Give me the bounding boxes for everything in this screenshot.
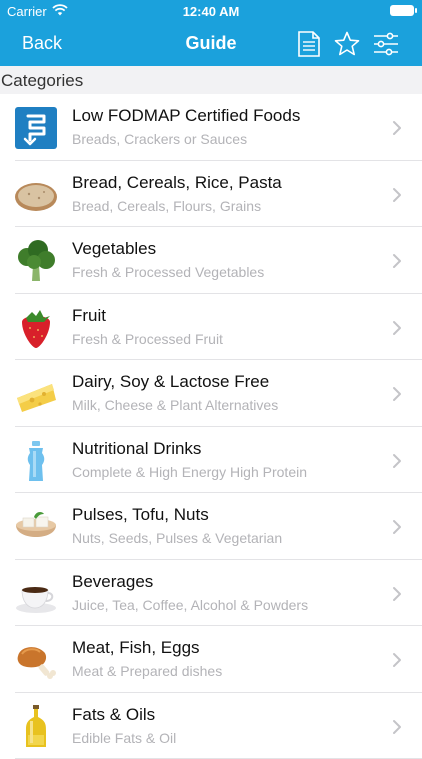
category-row-beverages[interactable]: Beverages Juice, Tea, Coffee, Alcohol & … bbox=[0, 560, 422, 627]
category-subtitle: Edible Fats & Oil bbox=[72, 730, 176, 746]
chevron-right-icon bbox=[392, 719, 402, 735]
status-bar: Carrier 12:40 AM bbox=[0, 0, 422, 22]
category-subtitle: Fresh & Processed Fruit bbox=[72, 331, 223, 347]
category-row-drinks[interactable]: Nutritional Drinks Complete & High Energ… bbox=[0, 427, 422, 494]
chicken-leg-icon bbox=[14, 638, 58, 682]
category-row-bread[interactable]: Bread, Cereals, Rice, Pasta Bread, Cerea… bbox=[0, 161, 422, 228]
drink-bottle-icon bbox=[14, 439, 58, 483]
chevron-right-icon bbox=[392, 386, 402, 402]
cheese-icon bbox=[14, 372, 58, 416]
category-subtitle: Milk, Cheese & Plant Alternatives bbox=[72, 397, 278, 413]
status-time: 12:40 AM bbox=[0, 4, 422, 19]
category-row-pulses[interactable]: Pulses, Tofu, Nuts Nuts, Seeds, Pulses &… bbox=[0, 493, 422, 560]
category-title: Dairy, Soy & Lactose Free bbox=[72, 372, 269, 392]
filter-sliders-icon[interactable] bbox=[372, 30, 400, 58]
category-row-meat[interactable]: Meat, Fish, Eggs Meat & Prepared dishes bbox=[0, 626, 422, 693]
chevron-right-icon bbox=[392, 187, 402, 203]
category-title: Fruit bbox=[72, 306, 106, 326]
navigation-bar: Carrier 12:40 AM Back Guide bbox=[0, 0, 422, 66]
nav-row: Back Guide bbox=[0, 22, 422, 66]
star-icon[interactable] bbox=[333, 30, 361, 58]
category-subtitle: Fresh & Processed Vegetables bbox=[72, 264, 264, 280]
category-title: Beverages bbox=[72, 572, 153, 592]
chevron-right-icon bbox=[392, 586, 402, 602]
chevron-right-icon bbox=[392, 253, 402, 269]
chevron-right-icon bbox=[392, 320, 402, 336]
document-icon[interactable] bbox=[295, 30, 323, 58]
category-row-fats[interactable]: Fats & Oils Edible Fats & Oil bbox=[0, 693, 422, 759]
category-subtitle: Nuts, Seeds, Pulses & Vegetarian bbox=[72, 530, 282, 546]
category-row-fruit[interactable]: Fruit Fresh & Processed Fruit bbox=[0, 294, 422, 361]
section-header: Categories bbox=[0, 66, 422, 94]
chevron-right-icon bbox=[392, 120, 402, 136]
broccoli-icon bbox=[14, 239, 58, 283]
certified-logo-icon bbox=[14, 106, 58, 150]
category-title: Vegetables bbox=[72, 239, 156, 259]
section-header-label: Categories bbox=[1, 71, 83, 91]
category-subtitle: Complete & High Energy High Protein bbox=[72, 464, 307, 480]
category-title: Low FODMAP Certified Foods bbox=[72, 106, 300, 126]
category-title: Bread, Cereals, Rice, Pasta bbox=[72, 173, 282, 193]
bread-icon bbox=[14, 173, 58, 217]
category-subtitle: Juice, Tea, Coffee, Alcohol & Powders bbox=[72, 597, 308, 613]
category-row-dairy[interactable]: Dairy, Soy & Lactose Free Milk, Cheese &… bbox=[0, 360, 422, 427]
category-title: Pulses, Tofu, Nuts bbox=[72, 505, 209, 525]
category-subtitle: Bread, Cereals, Flours, Grains bbox=[72, 198, 261, 214]
category-row-vegetables[interactable]: Vegetables Fresh & Processed Vegetables bbox=[0, 227, 422, 294]
category-row-certified[interactable]: Low FODMAP Certified Foods Breads, Crack… bbox=[0, 94, 422, 161]
category-subtitle: Meat & Prepared dishes bbox=[72, 663, 222, 679]
coffee-cup-icon bbox=[14, 572, 58, 616]
tofu-bowl-icon bbox=[14, 505, 58, 549]
battery-icon bbox=[390, 5, 414, 16]
chevron-right-icon bbox=[392, 519, 402, 535]
category-title: Nutritional Drinks bbox=[72, 439, 201, 459]
chevron-right-icon bbox=[392, 453, 402, 469]
strawberry-icon bbox=[14, 306, 58, 350]
category-title: Fats & Oils bbox=[72, 705, 155, 725]
chevron-right-icon bbox=[392, 652, 402, 668]
category-title: Meat, Fish, Eggs bbox=[72, 638, 200, 658]
oil-bottle-icon bbox=[14, 705, 58, 749]
category-subtitle: Breads, Crackers or Sauces bbox=[72, 131, 247, 147]
category-list: Low FODMAP Certified Foods Breads, Crack… bbox=[0, 94, 422, 759]
